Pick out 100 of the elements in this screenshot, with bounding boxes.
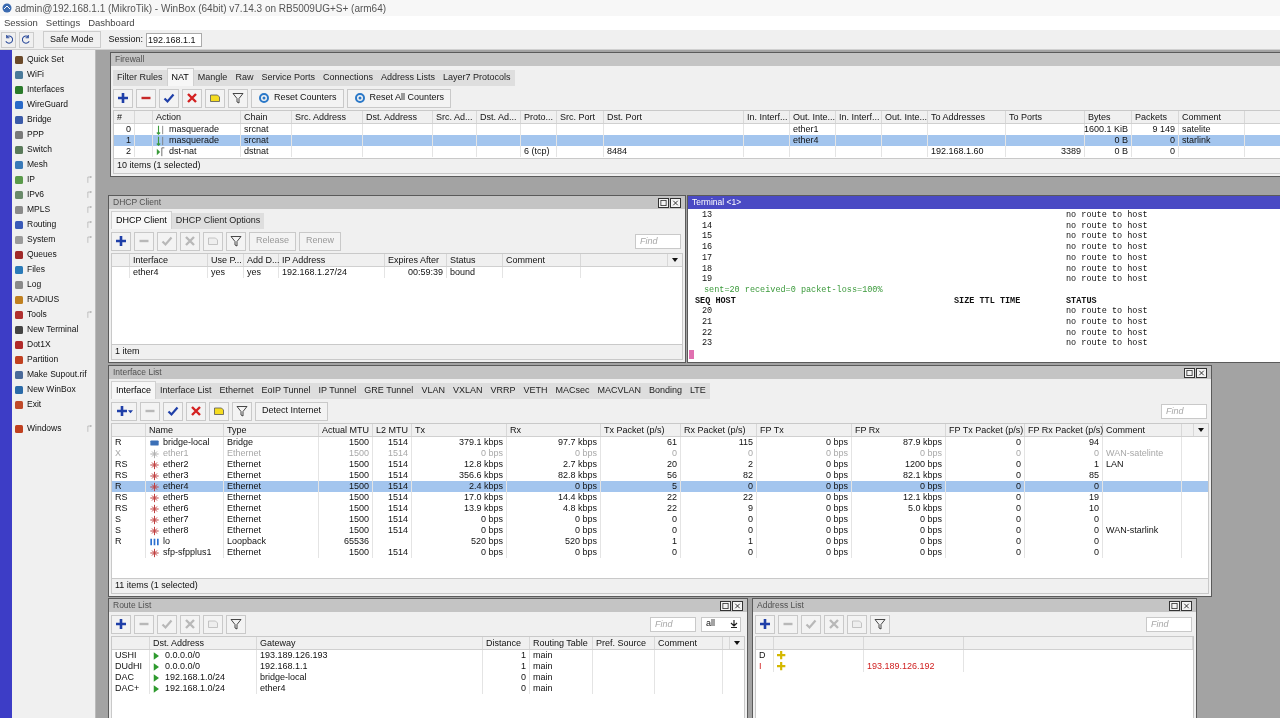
enable-button[interactable] xyxy=(159,88,179,108)
window-title-bar[interactable]: Terminal <1> xyxy=(688,196,1280,209)
table-row[interactable]: D xyxy=(756,650,1193,661)
column-header[interactable]: Actual MTU xyxy=(322,424,369,436)
close-button[interactable] xyxy=(1181,600,1192,611)
table-row[interactable]: 1 masquerade srcnat ether4 0 B 0 starlink xyxy=(114,135,1280,146)
sidebar-item[interactable]: New Terminal xyxy=(12,322,95,337)
column-header[interactable]: Comment xyxy=(1182,111,1221,123)
table-row[interactable]: sfp-sfpplus1 Ethernet 1500 1514 0 bps 0 bps 0 0 0 bps 0 bps 0 0 xyxy=(112,547,1208,558)
column-header[interactable]: Out. Inte... xyxy=(793,111,836,123)
column-header[interactable]: # xyxy=(117,111,122,123)
filter-button[interactable] xyxy=(870,614,890,634)
find-field[interactable]: Find xyxy=(1146,616,1192,632)
enable-button[interactable] xyxy=(163,401,183,421)
sidebar-item[interactable]: Routing xyxy=(12,217,95,232)
sidebar-item[interactable]: Queues xyxy=(12,247,95,262)
column-header[interactable]: Interface xyxy=(133,254,169,266)
tab[interactable]: IP Tunnel xyxy=(314,383,361,399)
session-field[interactable]: 192.168.1.1 xyxy=(146,32,203,47)
sidebar-item[interactable]: Mesh xyxy=(12,157,95,172)
tab[interactable]: DHCP Client xyxy=(111,211,172,229)
column-header[interactable]: Packets xyxy=(1135,111,1167,123)
tab[interactable]: Bonding xyxy=(644,383,686,399)
column-header[interactable]: To Ports xyxy=(1009,111,1042,123)
window-title-bar[interactable]: DHCP Client xyxy=(109,196,685,209)
close-button[interactable] xyxy=(1196,367,1207,378)
column-header[interactable]: Proto... xyxy=(524,111,553,123)
table-row[interactable]: S ether8 Ethernet 1500 1514 0 bps 0 bps 0 0 0 bps 0 bps 0 0 WAN-starlink xyxy=(112,525,1208,536)
sidebar-item[interactable]: Dot1X xyxy=(12,337,95,352)
filter-button[interactable] xyxy=(232,401,252,421)
column-header[interactable]: Type xyxy=(227,424,247,436)
disable-button[interactable] xyxy=(182,88,202,108)
find-field[interactable]: Find xyxy=(650,616,696,632)
table-row[interactable]: I 193.189.126.192 xyxy=(756,661,1193,672)
column-header[interactable]: FP Rx Packet (p/s) xyxy=(1028,424,1104,436)
window-title-bar[interactable]: Interface List xyxy=(109,366,1211,379)
sidebar-item[interactable]: Interfaces xyxy=(12,82,95,97)
sidebar-item[interactable]: Windows xyxy=(12,421,95,436)
column-header[interactable]: Status xyxy=(450,254,476,266)
tab[interactable]: Interface xyxy=(111,381,157,399)
sidebar-item[interactable]: WireGuard xyxy=(12,97,95,112)
add-button[interactable] xyxy=(111,614,131,634)
tab[interactable]: Service Ports xyxy=(257,70,319,86)
column-header[interactable]: Use P... xyxy=(211,254,242,266)
sidebar-item[interactable]: System xyxy=(12,232,95,247)
maximize-button[interactable] xyxy=(720,600,731,611)
column-header[interactable]: Dst. Address xyxy=(153,637,205,649)
column-header[interactable]: Pref. Source xyxy=(596,637,647,649)
tab[interactable]: DHCP Client Options xyxy=(171,213,265,229)
window-title-bar[interactable]: Route List xyxy=(109,599,747,612)
sidebar-item[interactable]: Log xyxy=(12,277,95,292)
menu-item[interactable]: Dashboard xyxy=(88,15,135,31)
sidebar-item[interactable]: MPLS xyxy=(12,202,95,217)
sidebar-item[interactable]: Files xyxy=(12,262,95,277)
sidebar-item[interactable]: IP xyxy=(12,172,95,187)
tab[interactable]: GRE Tunnel xyxy=(360,383,418,399)
tab[interactable]: Address Lists xyxy=(377,70,439,86)
table-row[interactable]: RS ether2 Ethernet 1500 1514 12.8 kbps 2.7 kbps 20 2 0 bps 1200 bps 0 1 LAN xyxy=(112,459,1208,470)
filter-button[interactable] xyxy=(226,231,246,251)
sidebar-item[interactable]: Tools xyxy=(12,307,95,322)
sidebar-item[interactable]: Make Supout.rif xyxy=(12,367,95,382)
column-header[interactable]: Expires After xyxy=(388,254,440,266)
sidebar-item[interactable]: Quick Set xyxy=(12,52,95,67)
table-row[interactable]: DAC 192.168.1.0/24 bridge-local 0 main xyxy=(112,672,744,683)
reset-counters-button[interactable]: Reset Counters xyxy=(251,88,344,108)
reset-counters-button[interactable]: Reset All Counters xyxy=(346,88,452,108)
maximize-button[interactable] xyxy=(1169,600,1180,611)
column-header[interactable]: Chain xyxy=(244,111,268,123)
comment-button[interactable] xyxy=(209,401,229,421)
column-header[interactable]: Rx Packet (p/s) xyxy=(684,424,746,436)
table-row[interactable]: R lo Loopback 65536 520 bps 520 bps 1 1 0 bps 0 bps 0 0 xyxy=(112,536,1208,547)
column-header[interactable]: Name xyxy=(149,424,173,436)
column-header[interactable]: Add D... xyxy=(247,254,280,266)
filter-button[interactable] xyxy=(228,88,248,108)
maximize-button[interactable] xyxy=(1184,367,1195,378)
tab[interactable]: Raw xyxy=(231,70,258,86)
sidebar-item[interactable]: Exit xyxy=(12,397,95,412)
column-header[interactable]: Comment xyxy=(658,637,697,649)
table-row[interactable]: DAC+ 192.168.1.0/24 ether4 0 main xyxy=(112,683,744,694)
find-field[interactable]: Find xyxy=(1161,403,1207,419)
add-button[interactable] xyxy=(111,231,131,251)
column-header[interactable]: Dst. Port xyxy=(607,111,642,123)
tab[interactable]: MACVLAN xyxy=(593,383,645,399)
tab[interactable]: Filter Rules xyxy=(113,70,167,86)
column-header[interactable]: FP Tx Packet (p/s) xyxy=(949,424,1024,436)
tab[interactable]: VRRP xyxy=(486,383,520,399)
tab[interactable]: VETH xyxy=(519,383,552,399)
undo-button[interactable] xyxy=(1,31,16,48)
menu-item[interactable]: Session xyxy=(4,15,38,31)
tab[interactable]: EoIP Tunnel xyxy=(257,383,315,399)
tab[interactable]: NAT xyxy=(166,68,194,86)
column-header[interactable]: Comment xyxy=(506,254,545,266)
menu-item[interactable]: Settings xyxy=(45,15,81,31)
column-header[interactable]: Distance xyxy=(486,637,521,649)
column-header[interactable]: FP Tx xyxy=(760,424,784,436)
sidebar-item[interactable]: WiFi xyxy=(12,67,95,82)
tab[interactable]: Connections xyxy=(318,70,377,86)
tab[interactable]: Ethernet xyxy=(215,383,258,399)
find-field[interactable]: Find xyxy=(635,233,681,249)
column-header[interactable]: FP Rx xyxy=(855,424,880,436)
